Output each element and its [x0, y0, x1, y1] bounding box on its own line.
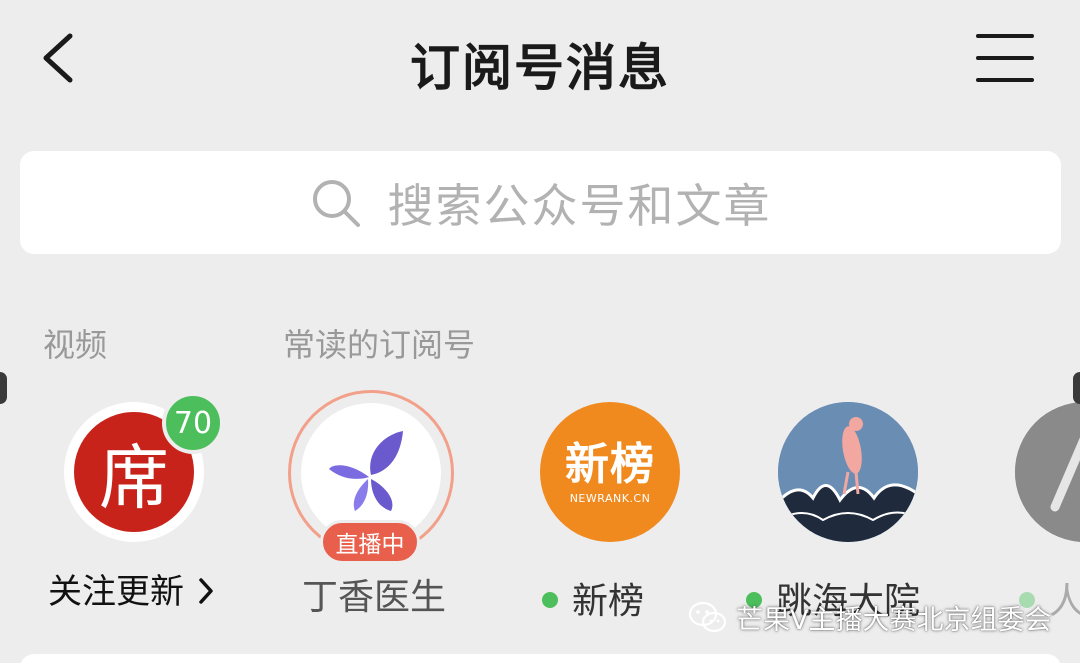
message-list-card: [20, 654, 1061, 663]
subscription-messages-screen: 订阅号消息 搜索公众号和文章 视频 常读的订阅号 席 70 关注更新 直播中 丁…: [0, 0, 1080, 663]
frequent-section-label: 常读的订阅号: [283, 326, 476, 364]
pig-wave-illustration: [778, 402, 918, 542]
scroll-edge-left: [0, 372, 7, 404]
search-bar[interactable]: 搜索公众号和文章: [20, 151, 1061, 254]
video-updates-item[interactable]: 席 70 关注更新: [48, 390, 262, 620]
watermark-text: 芒果V主播大赛北京组委会: [736, 605, 1052, 636]
search-icon: [312, 179, 360, 227]
person-glyph-logo: [1015, 402, 1080, 542]
hamburger-menu-icon: [976, 34, 1034, 82]
account-item-tiaohai[interactable]: 跳海大院: [746, 390, 958, 622]
account-name: 关注更新: [48, 564, 216, 613]
account-name-label: 人: [1049, 581, 1080, 622]
butterfly-logo-icon: [329, 431, 403, 511]
search-placeholder: 搜索公众号和文章: [387, 178, 772, 233]
scroll-edge-right: [1073, 372, 1080, 404]
watermark: 芒果V主播大赛北京组委会: [688, 598, 1051, 637]
account-name: 丁香医生: [302, 577, 447, 618]
account-item-partial[interactable]: 人: [1015, 390, 1080, 622]
wechat-icon: [688, 601, 727, 632]
avatar: [1015, 402, 1080, 542]
menu-button[interactable]: [970, 30, 1040, 86]
account-item-dingxiang[interactable]: 直播中 丁香医生: [288, 390, 458, 620]
online-dot: [542, 592, 558, 608]
avatar-logo-text: 新榜: [565, 438, 655, 490]
page-title: 订阅号消息: [410, 39, 670, 97]
unread-count-badge: 70: [162, 392, 224, 454]
avatar-logo-subtext: NEWRANK.CN: [569, 491, 651, 505]
account-name-label: 关注更新: [48, 572, 184, 612]
account-name: 新榜: [542, 572, 644, 624]
avatar: [778, 402, 918, 542]
live-badge: 直播中: [320, 520, 420, 564]
video-section-label: 视频: [43, 326, 108, 364]
account-item-xinbang[interactable]: 新榜 NEWRANK.CN 新榜: [540, 390, 710, 622]
avatar: 新榜 NEWRANK.CN: [540, 402, 680, 542]
account-name-label: 新榜: [572, 581, 645, 622]
chevron-right-icon: [199, 577, 213, 604]
